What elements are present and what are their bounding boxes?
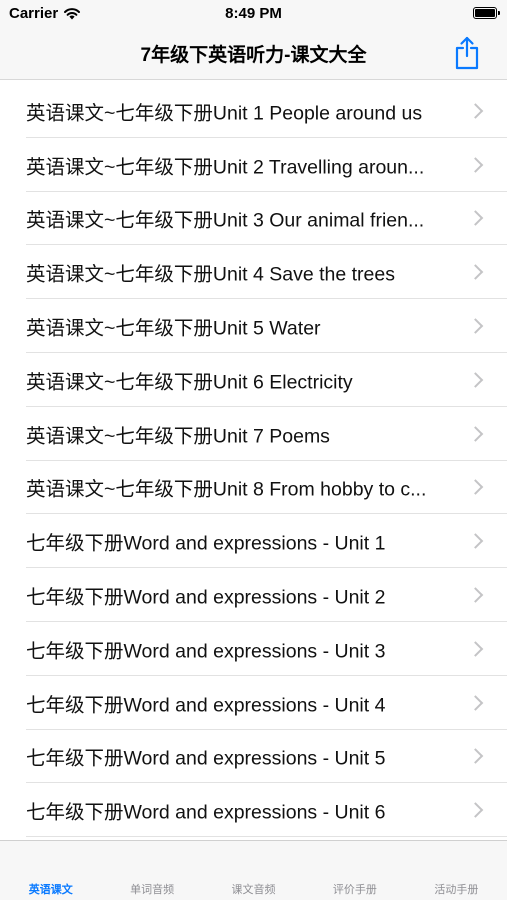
chevron-right-icon [467, 318, 484, 334]
list-item[interactable]: 英语课文~七年级下册Unit 7 Poems [0, 407, 507, 461]
tab-activity-manual[interactable]: 活动手册 [406, 841, 507, 900]
tab-english-texts[interactable]: 英语课文 [0, 841, 101, 900]
list-item[interactable]: 七年级下册Word and expressions - Unit 1 [0, 514, 507, 568]
list-item-label: 七年级下册Word and expressions - Unit 3 [26, 640, 386, 663]
chevron-right-icon [467, 802, 484, 819]
battery-icon [473, 7, 500, 19]
chevron-right-icon [467, 533, 484, 550]
list-item[interactable]: 七年级下册Word and expressions - Unit 3 [0, 622, 507, 676]
share-icon [455, 36, 479, 70]
list-item[interactable]: 英语课文~七年级下册Unit 1 People around us [0, 84, 507, 138]
tab-label: 课文音频 [231, 884, 276, 896]
chevron-right-icon [467, 425, 484, 442]
list-item[interactable]: 英语课文~七年级下册Unit 2 Travelling aroun... [0, 138, 507, 192]
status-time: 8:49 PM [225, 5, 282, 22]
list-item-label: 七年级下册Word and expressions - Unit 2 [26, 586, 386, 609]
chevron-right-icon [467, 587, 484, 603]
chevron-right-icon [467, 156, 484, 173]
list-item-label: 七年级下册Word and expressions - Unit 5 [26, 747, 386, 770]
list-item-label: 英语课文~七年级下册Unit 3 Our animal frien... [26, 209, 425, 232]
list-item-label: 七年级下册Word and expressions - Unit 4 [26, 694, 386, 717]
share-button[interactable] [453, 36, 481, 70]
chevron-right-icon [467, 264, 484, 281]
list-item[interactable]: 英语课文~七年级下册Unit 5 Water [0, 299, 507, 353]
tab-label: 英语课文 [28, 884, 73, 896]
list-item[interactable]: 七年级下册Word and expressions - Unit 4 [0, 676, 507, 730]
chevron-right-icon [467, 103, 484, 119]
list-item-label: 英语课文~七年级下册Unit 8 From hobby to c... [26, 478, 427, 501]
tab-label: 评价手册 [332, 884, 377, 896]
list-item-label: 英语课文~七年级下册Unit 6 Electricity [26, 371, 353, 394]
list-item-label: 英语课文~七年级下册Unit 4 Save the trees [26, 263, 395, 286]
chevron-right-icon [467, 210, 484, 227]
tab-label: 活动手册 [434, 884, 479, 896]
chevron-right-icon [467, 372, 484, 388]
list-item-label: 英语课文~七年级下册Unit 2 Travelling aroun... [26, 156, 425, 179]
chevron-right-icon [467, 694, 484, 711]
tab-text-audio[interactable]: 课文音频 [203, 841, 304, 900]
tab-bar: 英语课文 单词音频 课文音频 评价手册 活动手册 [0, 840, 507, 900]
list-item-label: 七年级下册Word and expressions - Unit 6 [26, 801, 386, 824]
lesson-list: 英语课文~七年级下册Unit 1 People around us 英语课文~七… [0, 84, 507, 840]
tab-label: 单词音频 [130, 884, 175, 896]
status-bar: Carrier 8:49 PM [0, 0, 507, 28]
list-item[interactable]: 英语课文~七年级下册Unit 6 Electricity [0, 353, 507, 407]
list-item[interactable]: 英语课文~七年级下册Unit 8 From hobby to c... [0, 461, 507, 515]
chevron-right-icon [467, 641, 484, 657]
list-item[interactable]: 七年级下册Word and expressions - Unit 6 [0, 783, 507, 837]
tab-assessment-manual[interactable]: 评价手册 [304, 841, 405, 900]
list-item-label: 英语课文~七年级下册Unit 5 Water [26, 317, 321, 340]
tab-word-audio[interactable]: 单词音频 [101, 841, 202, 900]
list-item-label: 英语课文~七年级下册Unit 1 People around us [26, 102, 423, 125]
list-item-label: 七年级下册Word and expressions - Unit 1 [26, 532, 386, 555]
navigation-bar: 7年级下英语听力-课文大全 [0, 28, 507, 80]
list-item[interactable]: 七年级下册Word and expressions - Unit 5 [0, 730, 507, 784]
page-title: 7年级下英语听力-课文大全 [140, 45, 367, 66]
list-item[interactable]: 英语课文~七年级下册Unit 3 Our animal frien... [0, 192, 507, 246]
list-item-label: 英语课文~七年级下册Unit 7 Poems [26, 425, 330, 448]
list-item[interactable]: 英语课文~七年级下册Unit 4 Save the trees [0, 245, 507, 299]
list-item[interactable]: 七年级下册Word and expressions - Unit 2 [0, 568, 507, 622]
chevron-right-icon [467, 748, 484, 765]
chevron-right-icon [467, 479, 484, 496]
